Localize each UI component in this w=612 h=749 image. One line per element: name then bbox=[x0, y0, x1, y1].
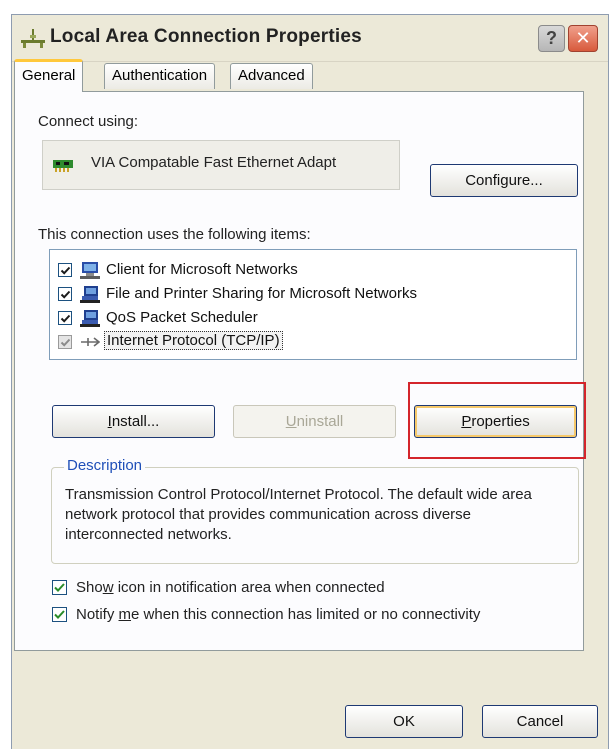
connect-using-label: Connect using: bbox=[38, 113, 139, 130]
tab-general[interactable]: General bbox=[14, 59, 84, 92]
items-label: This connection uses the following items… bbox=[38, 226, 311, 243]
item-label: Internet Protocol (TCP/IP) bbox=[104, 331, 283, 350]
help-button[interactable]: ? bbox=[538, 25, 565, 52]
annotation-highlight-box bbox=[408, 382, 586, 459]
item-checkbox[interactable] bbox=[58, 311, 72, 325]
item-label: Client for Microsoft Networks bbox=[106, 261, 298, 278]
network-adapter-icon bbox=[53, 160, 73, 172]
network-connection-icon bbox=[21, 29, 45, 48]
close-button[interactable]: ✕ bbox=[568, 25, 598, 52]
cancel-button[interactable]: Cancel bbox=[482, 705, 598, 738]
title-bar[interactable]: Local Area Connection Properties ? ✕ bbox=[12, 15, 608, 62]
install-button[interactable]: Install... bbox=[52, 405, 215, 438]
configure-button[interactable]: Configure... bbox=[430, 164, 578, 197]
description-group: Description Transmission Control Protoco… bbox=[51, 457, 579, 564]
item-checkbox-disabled bbox=[58, 335, 72, 349]
tab-advanced[interactable]: Advanced bbox=[230, 63, 313, 89]
computer-share-icon bbox=[80, 310, 100, 327]
notify-checkbox[interactable] bbox=[52, 607, 67, 622]
uninstall-button: Uninstall bbox=[233, 405, 396, 438]
description-legend: Description bbox=[64, 457, 146, 474]
adapter-name: VIA Compatable Fast Ethernet Adapt bbox=[91, 154, 337, 171]
computer-share-icon bbox=[80, 286, 100, 303]
components-list[interactable]: Client for Microsoft Networks File and P… bbox=[49, 249, 577, 360]
description-text: Transmission Control Protocol/Internet P… bbox=[65, 486, 532, 543]
network-client-icon bbox=[80, 262, 100, 279]
item-checkbox[interactable] bbox=[58, 263, 72, 277]
item-label: File and Printer Sharing for Microsoft N… bbox=[106, 285, 417, 302]
ok-button[interactable]: OK bbox=[345, 705, 463, 738]
show-icon-checkbox[interactable] bbox=[52, 580, 67, 595]
window-title: Local Area Connection Properties bbox=[50, 26, 362, 47]
notify-label[interactable]: Notify me when this connection has limit… bbox=[76, 606, 480, 623]
adapter-field: VIA Compatable Fast Ethernet Adapt bbox=[42, 140, 400, 190]
tab-authentication[interactable]: Authentication bbox=[104, 63, 216, 89]
protocol-icon bbox=[81, 337, 100, 347]
item-label: QoS Packet Scheduler bbox=[106, 309, 258, 326]
item-checkbox[interactable] bbox=[58, 287, 72, 301]
show-icon-label[interactable]: Show icon in notification area when conn… bbox=[76, 579, 385, 596]
